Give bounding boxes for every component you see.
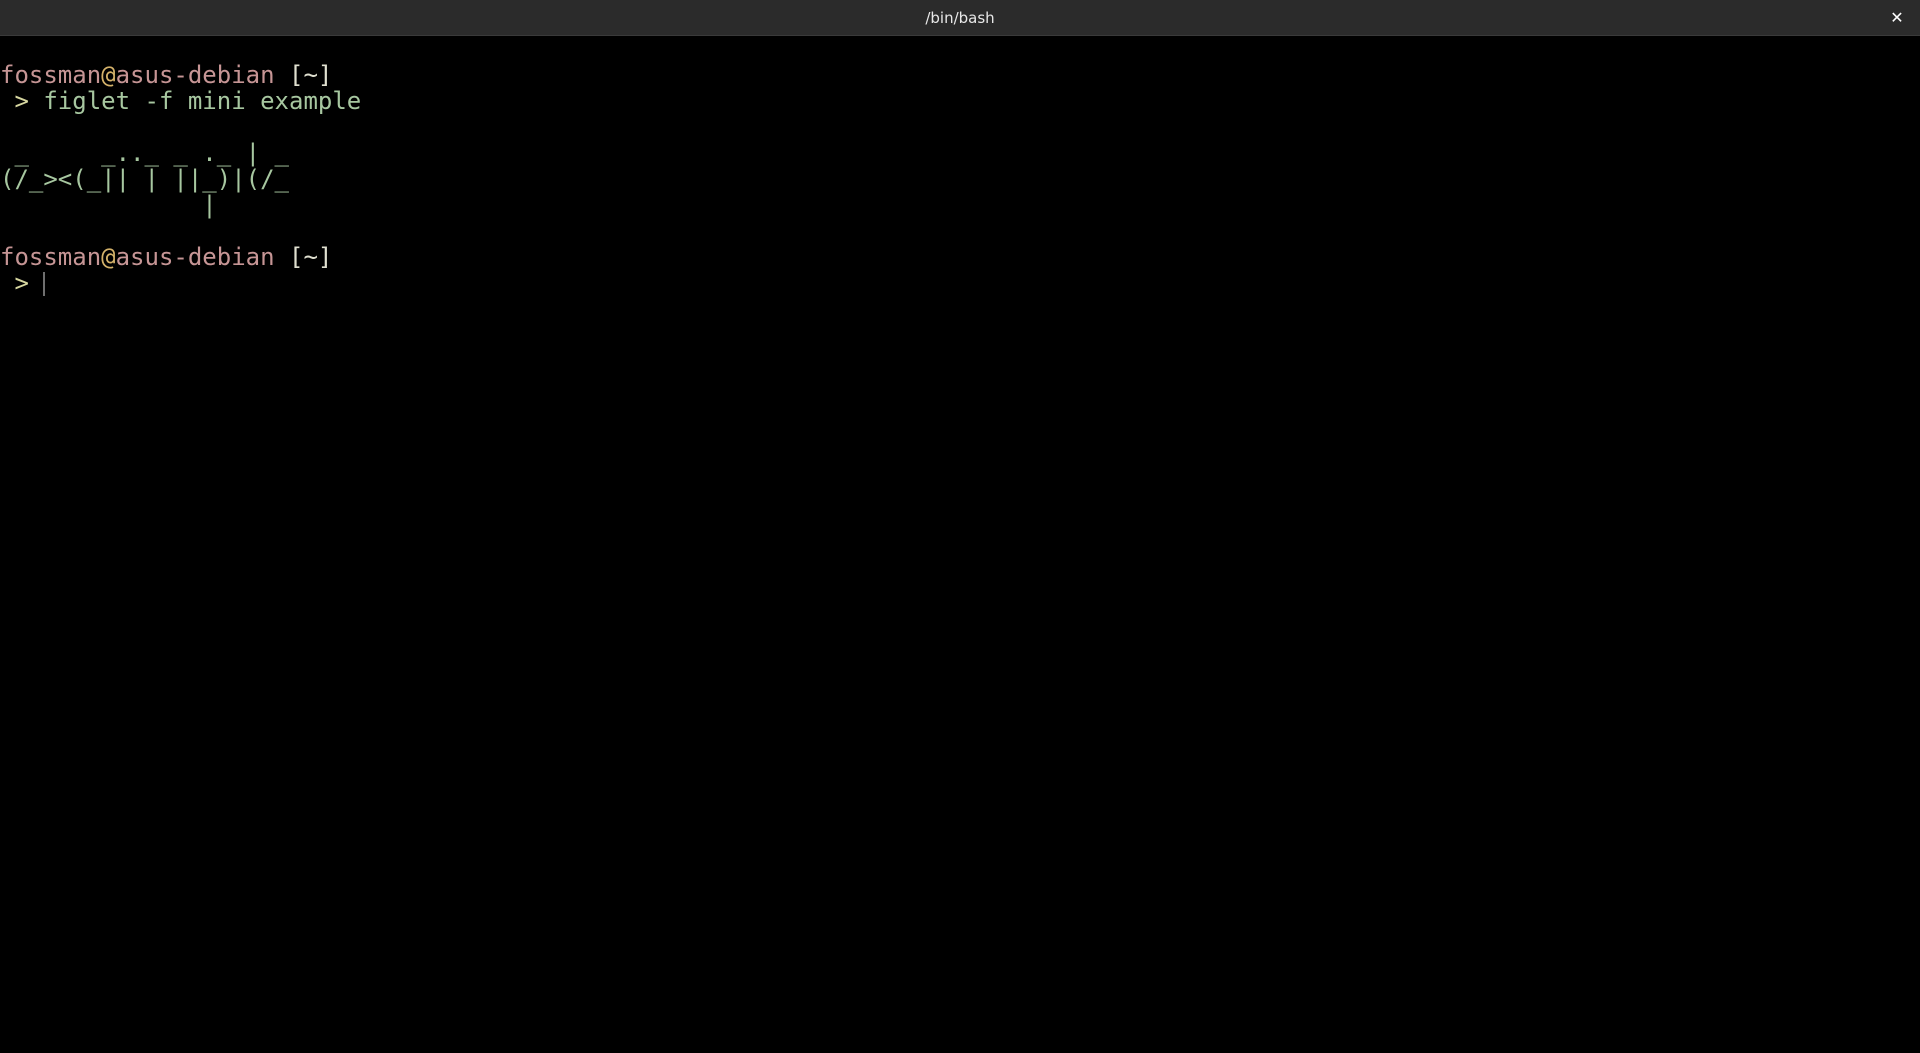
figlet-line-2: (/_><(_|| | ||_)|(/_	[0, 165, 289, 193]
prompt-at: @	[101, 243, 116, 271]
figlet-line-3: |	[0, 191, 289, 219]
terminal-window: /bin/bash ✕ fossman@asus-debian [~] > fi…	[0, 0, 1920, 1053]
prompt-host: asus-debian	[115, 61, 275, 89]
prompt-user: fossman	[0, 243, 102, 271]
command-line-2[interactable]: >	[0, 270, 1920, 296]
command-text: figlet -f mini example	[43, 87, 362, 115]
prompt-arrow: >	[0, 87, 44, 115]
prompt-user: fossman	[0, 61, 102, 89]
text-cursor	[43, 272, 46, 296]
prompt-at: @	[101, 61, 116, 89]
figlet-line-1: _ _.._ _ ._ | _	[0, 139, 304, 167]
prompt-dir: [~]	[274, 243, 333, 271]
prompt-host: asus-debian	[115, 243, 275, 271]
command-line-1: > figlet -f mini example	[0, 88, 1920, 114]
prompt-line-2: fossman@asus-debian [~]	[0, 244, 1920, 270]
prompt-arrow: >	[0, 269, 44, 297]
close-icon[interactable]: ✕	[1886, 0, 1908, 36]
terminal-output[interactable]: fossman@asus-debian [~] > figlet -f mini…	[0, 36, 1920, 1053]
window-title: /bin/bash	[925, 9, 995, 27]
title-bar[interactable]: /bin/bash ✕	[0, 0, 1920, 36]
prompt-line-1: fossman@asus-debian [~]	[0, 62, 1920, 88]
prompt-dir: [~]	[274, 61, 333, 89]
